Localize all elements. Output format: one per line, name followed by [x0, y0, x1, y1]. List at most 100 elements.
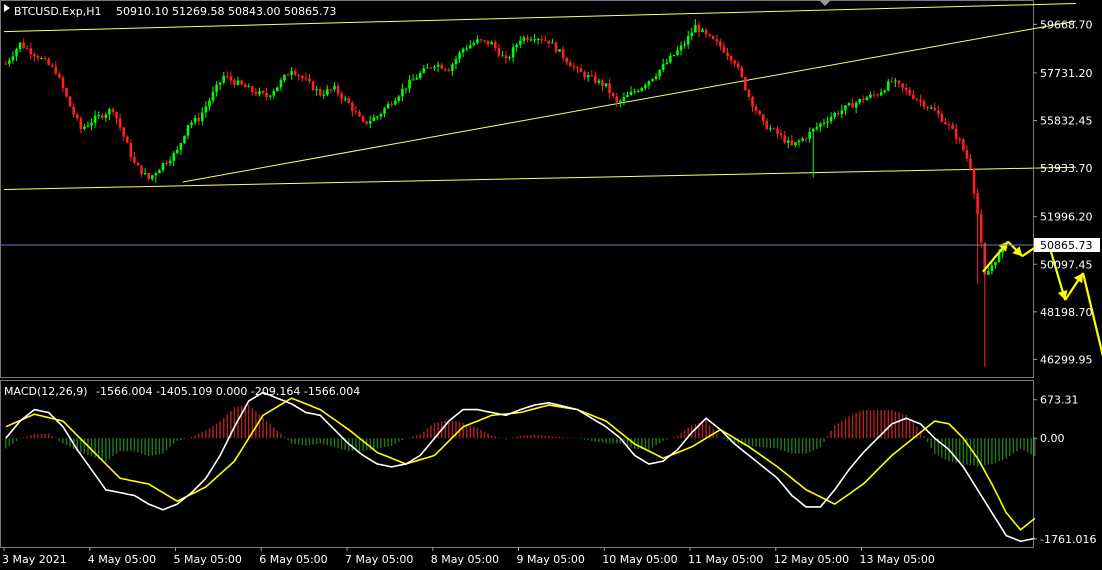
candle-body: [904, 87, 908, 91]
candle-body: [747, 89, 751, 97]
candle-body: [708, 34, 711, 36]
candle-body: [186, 125, 190, 136]
candle-body: [604, 83, 608, 86]
candle-body: [354, 111, 358, 113]
candle-body: [286, 74, 290, 76]
candle-body: [915, 98, 919, 100]
candle-body: [615, 96, 619, 103]
candle-body: [86, 125, 90, 127]
candle-body: [554, 42, 558, 52]
candle-body: [501, 55, 504, 57]
candle-body: [65, 88, 68, 97]
candle-body: [479, 39, 483, 41]
candle-body: [987, 270, 990, 275]
time-axis-label: 7 May 05:00: [345, 553, 413, 566]
candle-body: [797, 140, 801, 143]
candle-body: [340, 93, 343, 99]
candle-body: [368, 121, 372, 124]
candle-body: [79, 118, 83, 129]
time-axis-label: 3 May 2021: [2, 553, 67, 566]
candle-body: [815, 126, 819, 129]
candle-body: [43, 58, 47, 60]
candle-body: [794, 142, 797, 146]
candle-body: [672, 55, 676, 57]
macd-axis-label: -1761.016: [1040, 533, 1096, 546]
candle-body: [447, 69, 451, 72]
candle-body: [722, 46, 726, 53]
candle-body: [765, 120, 769, 130]
candle-body: [158, 170, 161, 174]
candle-body: [958, 138, 962, 140]
candle-body: [229, 76, 233, 81]
candle-body: [851, 103, 854, 108]
candle-body: [586, 75, 590, 78]
candle-body: [833, 113, 836, 117]
candle-body: [972, 168, 976, 194]
candle-body: [829, 116, 833, 122]
candle-body: [819, 123, 822, 127]
candle-body: [558, 49, 561, 52]
candle-body: [533, 39, 536, 41]
candle-body: [879, 92, 883, 96]
candle-body: [590, 75, 594, 77]
candle-body: [440, 64, 443, 69]
candle-body: [183, 135, 186, 144]
candle-body: [883, 90, 887, 93]
candle-body: [929, 107, 933, 109]
candle-body: [979, 214, 983, 243]
candle-body: [976, 193, 979, 215]
candle-body: [58, 73, 61, 78]
candle-body: [836, 113, 840, 115]
candle-body: [597, 80, 601, 83]
candle-body: [636, 91, 640, 93]
candle-body: [108, 109, 111, 115]
candle-body: [172, 152, 175, 161]
candle-body: [226, 75, 229, 77]
candle-body: [965, 149, 969, 159]
candle-body: [251, 86, 254, 92]
candle-body: [408, 79, 411, 89]
candle-body: [847, 103, 851, 106]
candle-body: [411, 79, 415, 81]
candle-body: [472, 43, 476, 46]
candle-body: [329, 89, 333, 91]
candle-body: [418, 72, 422, 79]
candle-body: [508, 57, 511, 59]
candle-body: [347, 98, 351, 104]
candle-body: [436, 64, 440, 67]
chart-canvas[interactable]: 59668.70 57731.20 55832.45 53933.70 51996.20…: [0, 0, 1102, 570]
candle-body: [165, 163, 168, 165]
candle-body: [933, 107, 937, 111]
candle-body: [61, 77, 65, 89]
current-price-label: 50865.73: [1040, 239, 1093, 252]
candle-body: [90, 122, 93, 126]
candle-body: [826, 121, 829, 123]
candle-body: [679, 45, 683, 51]
candle-body: [754, 106, 758, 111]
candle-body: [626, 95, 629, 98]
candle-body: [100, 115, 104, 118]
candle-body: [887, 81, 890, 91]
candle-body: [669, 55, 672, 63]
candle-body: [686, 36, 690, 45]
candle-body: [129, 142, 133, 157]
candle-body: [422, 68, 426, 73]
price-axis-label: 50097.45: [1040, 258, 1093, 271]
candle-body: [336, 85, 340, 94]
candle-body: [125, 136, 129, 143]
price-axis-label: 55832.45: [1040, 115, 1093, 128]
candle-body: [536, 38, 540, 40]
candle-body: [208, 100, 211, 107]
candle-body: [783, 135, 786, 143]
candle-body: [990, 265, 994, 271]
candle-body: [565, 57, 569, 63]
candle-body: [308, 78, 311, 82]
candle-body: [526, 37, 529, 41]
candle-body: [715, 39, 719, 42]
candle-body: [143, 173, 147, 175]
symbol-label: BTCUSD.Exp,H1: [14, 5, 102, 18]
candle-body: [358, 112, 361, 117]
price-axis-label: 48198.70: [1040, 306, 1093, 319]
candle-body: [111, 109, 115, 112]
candle-body: [18, 42, 22, 50]
